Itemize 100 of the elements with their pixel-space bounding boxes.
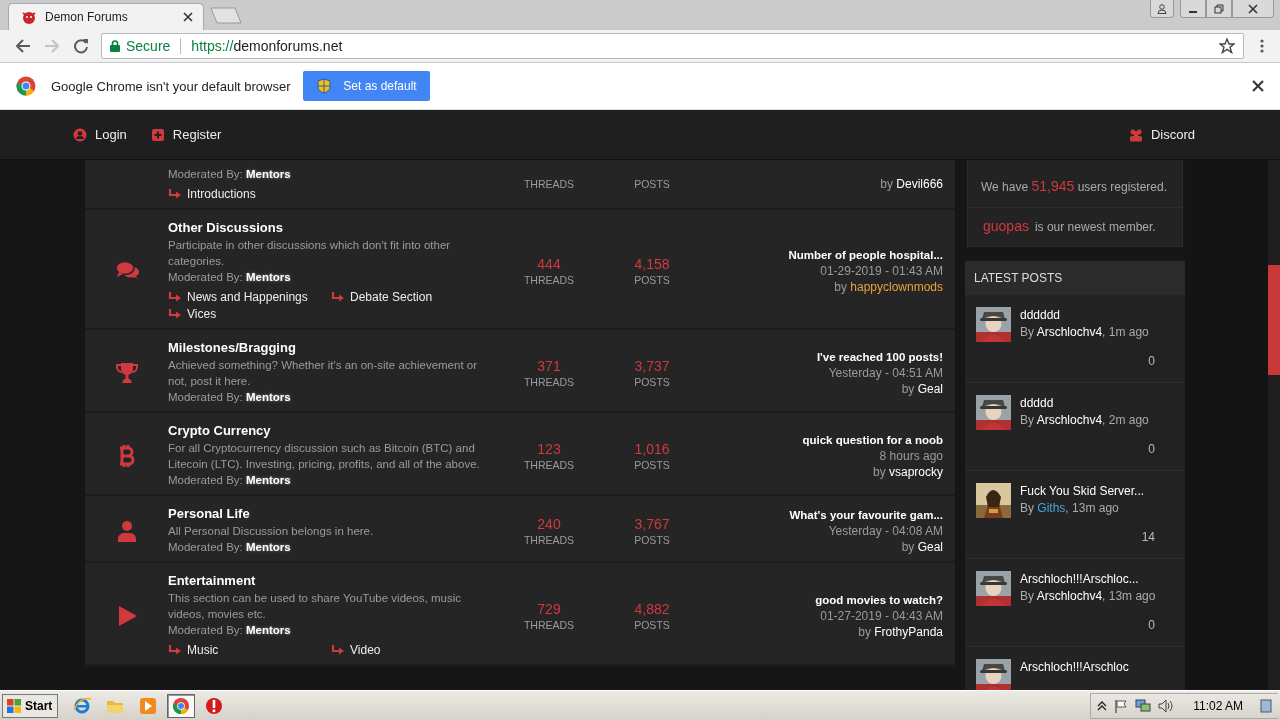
reply-arrow-icon	[168, 308, 182, 320]
subforum-link[interactable]: Debate Section	[331, 289, 494, 305]
reply-arrow-icon	[168, 644, 182, 656]
taskbar-app[interactable]	[167, 693, 196, 718]
subforum-link[interactable]: Vices	[168, 306, 331, 322]
start-button[interactable]: Start	[2, 693, 59, 718]
post-title-link[interactable]: Arschloch!!!Arschloc	[1020, 659, 1129, 676]
address-bar[interactable]: Secure https://demonforums.net	[101, 33, 1244, 59]
post-byline: By Arschlochv4, 1m ago	[1020, 324, 1149, 341]
nav-link[interactable]: Register	[150, 127, 222, 142]
minimize-icon	[1189, 10, 1197, 13]
close-icon[interactable]	[1252, 80, 1264, 92]
person-icon	[1157, 3, 1167, 14]
demon-icon	[21, 9, 37, 25]
reply-arrow-icon	[168, 291, 182, 303]
scrollbar-thumb[interactable]	[1268, 265, 1280, 375]
post-byline: by Geal	[901, 538, 943, 555]
threads-label: THREADS	[523, 177, 575, 191]
show-desktop-icon[interactable]	[1260, 698, 1272, 713]
post-title-link[interactable]: Arschloch!!!Arschloc...	[1020, 571, 1139, 588]
posts-label: POSTS	[634, 273, 670, 287]
profile-button[interactable]	[1150, 0, 1174, 18]
threads-count: 444	[537, 255, 561, 273]
post-byline: By Giths, 13m ago	[1020, 500, 1119, 517]
username-link[interactable]: FrothyPanda	[874, 624, 943, 639]
post-date: Yesterday - 04:51 AM	[828, 364, 943, 381]
threads-label: THREADS	[523, 532, 575, 547]
posts-count: 4,158	[634, 255, 670, 273]
close-button[interactable]	[1232, 0, 1274, 18]
posts-label: POSTS	[634, 617, 670, 632]
subforum-link[interactable]: News and Happenings	[168, 289, 331, 305]
flag-icon[interactable]	[1114, 698, 1129, 713]
threads-count: 729	[537, 599, 561, 618]
post-title-link[interactable]: Fuck You Skid Server...	[1020, 483, 1145, 500]
last-post-link[interactable]: good movies to watch?	[815, 591, 943, 608]
infobar-message: Google Chrome isn't your default browser	[51, 78, 291, 94]
post-byline: by Geal	[901, 380, 943, 397]
username-link[interactable]: vsaprocky	[888, 464, 943, 479]
trophy-icon	[114, 360, 139, 385]
media-player-icon	[138, 695, 159, 716]
network-icon[interactable]	[1135, 698, 1152, 713]
lock-icon	[110, 40, 120, 52]
last-post-link[interactable]: Number of people hospital...	[788, 247, 943, 263]
newest-member-text: guopas is our newest member.	[983, 220, 1156, 234]
speaker-icon[interactable]	[1158, 698, 1175, 713]
moderator-line: Moderated By: Mentors	[168, 473, 291, 488]
user-icon	[73, 127, 87, 142]
post-byline: By Arschlochv4, 13m ago	[1020, 588, 1156, 605]
posts-count: 1,016	[634, 439, 670, 458]
last-post-link[interactable]: quick question for a noob	[802, 431, 943, 448]
forum-title-link[interactable]: Other Discussions	[168, 220, 283, 236]
threads-count: 240	[537, 514, 561, 533]
last-post-link[interactable]: I've reached 100 posts!	[816, 348, 943, 365]
forum-description: Participate in other discussions which don't fit into other categories.	[168, 238, 452, 269]
forum-title-link[interactable]: Crypto Currency	[168, 423, 271, 439]
forum-title-link[interactable]: Personal Life	[168, 506, 250, 522]
post-byline: by FrothyPanda	[858, 623, 943, 640]
group-icon	[1128, 127, 1143, 142]
forum-title-link[interactable]: Milestones/Bragging	[168, 340, 296, 356]
posts-label: POSTS	[634, 177, 670, 191]
close-icon[interactable]	[183, 12, 193, 22]
threads-label: THREADS	[523, 617, 575, 632]
reply-arrow-icon	[168, 188, 182, 200]
username-link[interactable]: Geal	[917, 539, 943, 554]
last-post-link[interactable]: What's your favourite gam...	[789, 506, 943, 523]
clock: 11:02 AM	[1193, 698, 1243, 713]
chrome-logo-icon	[16, 76, 36, 96]
post-date: 8 hours ago	[879, 447, 943, 464]
set-default-button[interactable]: Set as default	[303, 71, 431, 101]
nav-link[interactable]: Login	[73, 127, 127, 142]
menu-icon[interactable]	[1260, 38, 1264, 54]
browser-tab[interactable]: Demon Forums	[8, 3, 204, 30]
moderator-line: Moderated By: Mentors	[168, 390, 291, 405]
post-title-link[interactable]: dddddd	[1020, 307, 1061, 324]
star-icon[interactable]	[1219, 38, 1235, 54]
reply-arrow-icon	[331, 291, 345, 303]
threads-label: THREADS	[523, 273, 575, 287]
post-title-link[interactable]: ddddd	[1020, 395, 1054, 412]
moderator-line: Moderated By: Mentors	[168, 540, 291, 555]
reload-icon[interactable]	[72, 38, 89, 54]
username-link[interactable]: Geal	[917, 381, 943, 396]
post-date: 01-29-2019 - 01:43 AM	[820, 263, 943, 279]
posts-count: 4,882	[634, 599, 670, 618]
threads-count: 123	[537, 439, 561, 458]
back-arrow-icon[interactable]	[14, 38, 31, 54]
post-byline: By Arschlochv4, 2m ago	[1020, 412, 1149, 429]
chevron-up-icon[interactable]	[1097, 700, 1108, 711]
nav-link[interactable]: Discord	[1128, 127, 1195, 142]
subforum-link[interactable]: Video	[331, 642, 494, 658]
subforum-link[interactable]: Introductions	[168, 186, 331, 202]
panel-title: LATEST POSTS	[974, 271, 1063, 285]
username-link[interactable]: happyclownmods	[850, 280, 943, 294]
forum-title-link[interactable]: Entertainment	[168, 573, 256, 589]
restore-button[interactable]	[1206, 0, 1232, 18]
username-link[interactable]: Devil666	[896, 177, 943, 191]
forum-description: This section can be used to share YouTube videos, music videos, movies etc.	[168, 591, 462, 622]
posts-label: POSTS	[634, 374, 670, 389]
subforum-link[interactable]: Music	[168, 642, 331, 658]
threads-label: THREADS	[523, 457, 575, 472]
minimize-button[interactable]	[1180, 0, 1206, 18]
